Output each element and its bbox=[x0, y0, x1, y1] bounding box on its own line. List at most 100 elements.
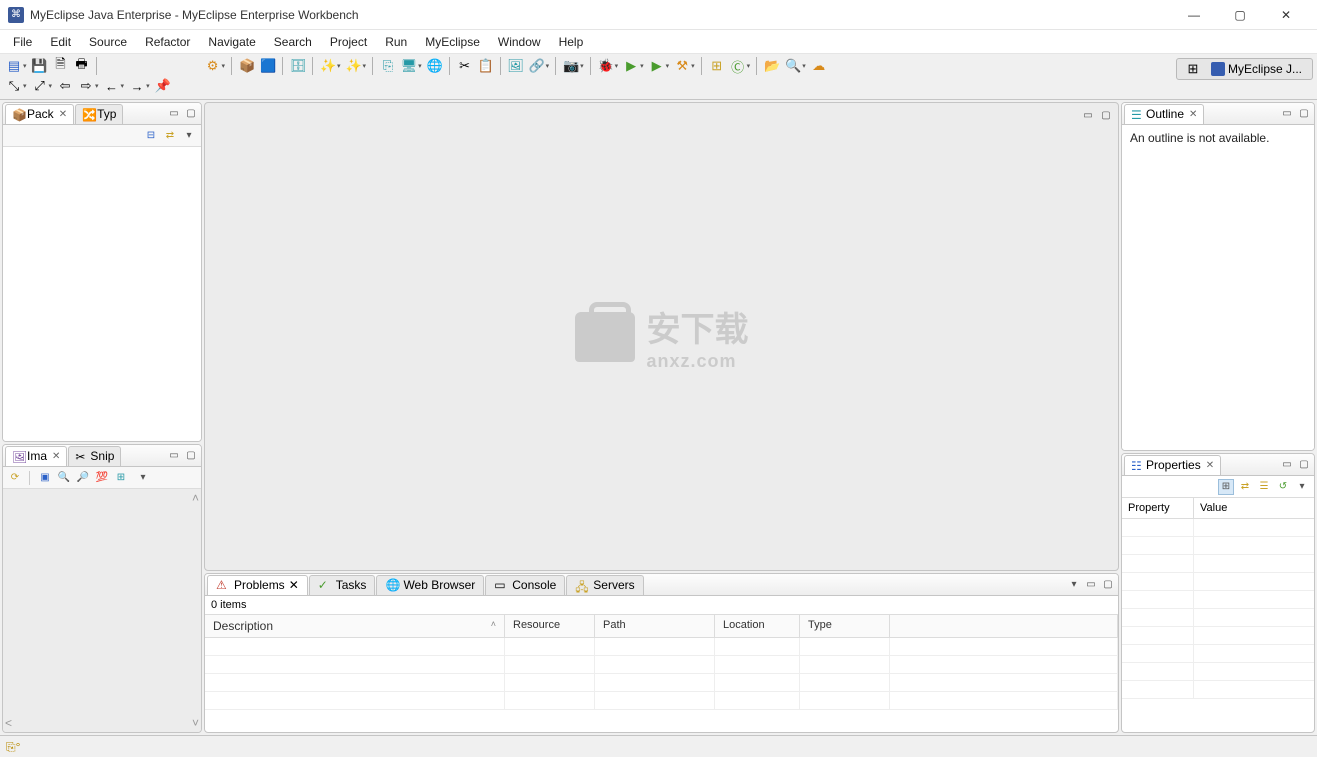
run-last-icon[interactable]: ▶ bbox=[647, 56, 667, 76]
tab-web-browser[interactable]: 🌐 Web Browser bbox=[376, 575, 484, 595]
tab-console[interactable]: ▭ Console bbox=[485, 575, 565, 595]
view-menu-icon[interactable]: ▾ bbox=[135, 470, 151, 486]
cut-icon[interactable]: ✂ bbox=[455, 56, 475, 76]
tab-image[interactable]: 🖼 Ima ✕ bbox=[5, 446, 67, 466]
minimize-button[interactable]: — bbox=[1171, 0, 1217, 30]
menu-refactor[interactable]: Refactor bbox=[136, 32, 199, 52]
zoom-fit-icon[interactable]: ▣ bbox=[37, 470, 53, 486]
view-menu-icon[interactable]: ▾ bbox=[1066, 577, 1082, 593]
copy-icon[interactable]: 📋 bbox=[476, 56, 496, 76]
menu-navigate[interactable]: Navigate bbox=[199, 32, 264, 52]
tab-tasks[interactable]: ✓ Tasks bbox=[309, 575, 376, 595]
perspective-switcher[interactable]: ⊞ MyEclipse J... bbox=[1176, 58, 1313, 80]
menu-search[interactable]: Search bbox=[265, 32, 321, 52]
package-explorer-body[interactable] bbox=[3, 147, 201, 441]
fwd-arrow-icon[interactable]: ⇨ bbox=[76, 76, 96, 96]
tab-snippets[interactable]: ✂ Snip bbox=[68, 446, 121, 466]
categories-icon[interactable]: ⊞ bbox=[1218, 479, 1234, 495]
maximize-view-icon[interactable]: ▢ bbox=[1296, 457, 1312, 473]
view-menu-icon[interactable]: ▾ bbox=[181, 128, 197, 144]
menu-source[interactable]: Source bbox=[80, 32, 136, 52]
external-tools-icon[interactable]: ⚒ bbox=[672, 56, 692, 76]
menu-window[interactable]: Window bbox=[489, 32, 550, 52]
restore-defaults-icon[interactable]: ↺ bbox=[1275, 479, 1291, 495]
zoom-out-icon[interactable]: 🔍 bbox=[56, 470, 72, 486]
column-type[interactable]: Type bbox=[800, 615, 890, 637]
expand-icon[interactable]: ⤢ bbox=[30, 76, 50, 96]
print-icon[interactable]: 🖶 bbox=[72, 56, 92, 76]
tab-problems[interactable]: ⚠ Problems ✕ bbox=[207, 575, 308, 595]
nav-back-icon[interactable]: ← bbox=[102, 76, 122, 96]
minimize-view-icon[interactable]: ▭ bbox=[1279, 457, 1295, 473]
server-deploy-icon[interactable]: ⎘ bbox=[378, 56, 398, 76]
close-icon[interactable]: ✕ bbox=[1189, 109, 1197, 120]
maximize-view-icon[interactable]: ▢ bbox=[1100, 577, 1116, 593]
close-icon[interactable]: ✕ bbox=[52, 451, 60, 462]
view-menu-icon[interactable]: ▾ bbox=[1294, 479, 1310, 495]
nav-fwd-icon[interactable]: → bbox=[127, 76, 147, 96]
menu-myeclipse[interactable]: MyEclipse bbox=[416, 32, 489, 52]
tab-outline[interactable]: ☰ Outline ✕ bbox=[1124, 104, 1204, 124]
back-arrow-icon[interactable]: ⇦ bbox=[55, 76, 75, 96]
box-icon[interactable]: 🟦 bbox=[258, 56, 278, 76]
scroll-down-icon[interactable]: ˅ bbox=[192, 716, 199, 730]
menu-file[interactable]: File bbox=[4, 32, 41, 52]
maximize-view-icon[interactable]: ▢ bbox=[183, 448, 199, 464]
zoom-in-icon[interactable]: 🔎 bbox=[75, 470, 91, 486]
tab-package-explorer[interactable]: 📦 Pack ✕ bbox=[5, 104, 74, 124]
column-property[interactable]: Property bbox=[1122, 498, 1194, 518]
server-manage-icon[interactable]: 🖥 bbox=[399, 56, 419, 76]
new-dropdown[interactable]: ▾ bbox=[23, 62, 27, 70]
link-editor-icon[interactable]: ⇄ bbox=[162, 128, 178, 144]
minimize-editor-icon[interactable]: ▭ bbox=[1080, 107, 1096, 123]
collapse-icon[interactable]: ⤡ bbox=[4, 76, 24, 96]
minimize-view-icon[interactable]: ▭ bbox=[1083, 577, 1099, 593]
tab-type-hierarchy[interactable]: 🔀 Typ bbox=[75, 104, 123, 124]
filter-icon[interactable]: ⇄ bbox=[1237, 479, 1253, 495]
new-icon[interactable]: ▤ bbox=[4, 56, 24, 76]
link-icon[interactable]: 🔗 bbox=[527, 56, 547, 76]
menu-edit[interactable]: Edit bbox=[41, 32, 80, 52]
close-icon[interactable]: ✕ bbox=[59, 109, 67, 120]
menu-help[interactable]: Help bbox=[550, 32, 593, 52]
column-location[interactable]: Location bbox=[715, 615, 800, 637]
maximize-button[interactable]: ▢ bbox=[1217, 0, 1263, 30]
status-icon[interactable]: ⎘° bbox=[6, 740, 20, 754]
collapse-all-icon[interactable]: ⊟ bbox=[143, 128, 159, 144]
close-button[interactable]: ✕ bbox=[1263, 0, 1309, 30]
refresh-icon[interactable]: ⟳ bbox=[7, 470, 23, 486]
zoom-100-icon[interactable]: 💯 bbox=[94, 470, 110, 486]
camera-icon[interactable]: 📷 bbox=[561, 56, 581, 76]
new-project-icon[interactable]: ⊞ bbox=[707, 56, 727, 76]
grid-icon[interactable]: ⊞ bbox=[113, 470, 129, 486]
column-description[interactable]: Description ˄ bbox=[205, 615, 505, 637]
globe-icon[interactable]: 🌐 bbox=[425, 56, 445, 76]
scroll-left-icon[interactable]: ˂ bbox=[5, 716, 12, 730]
wand1-icon[interactable]: ✨ bbox=[318, 56, 338, 76]
minimize-view-icon[interactable]: ▭ bbox=[166, 106, 182, 122]
pin-icon[interactable]: 📌 bbox=[153, 76, 173, 96]
tab-properties[interactable]: ☷ Properties ✕ bbox=[1124, 455, 1221, 475]
image-body[interactable]: ˄ ˅ ˂ bbox=[3, 489, 201, 732]
column-path[interactable]: Path bbox=[595, 615, 715, 637]
open-type-icon[interactable]: 🔍 bbox=[783, 56, 803, 76]
cloud-icon[interactable]: ☁ bbox=[809, 56, 829, 76]
wand2-icon[interactable]: ✨ bbox=[344, 56, 364, 76]
tab-servers[interactable]: 🖧 Servers bbox=[566, 575, 643, 595]
menu-project[interactable]: Project bbox=[321, 32, 376, 52]
run-icon[interactable]: ▶ bbox=[621, 56, 641, 76]
scroll-up-icon[interactable]: ˄ bbox=[192, 491, 199, 505]
column-resource[interactable]: Resource bbox=[505, 615, 595, 637]
package-icon[interactable]: 📦 bbox=[237, 56, 257, 76]
menu-run[interactable]: Run bbox=[376, 32, 416, 52]
open-folder-icon[interactable]: 📂 bbox=[762, 56, 782, 76]
debug-icon[interactable]: 🐞 bbox=[596, 56, 616, 76]
minimize-view-icon[interactable]: ▭ bbox=[1279, 106, 1295, 122]
maximize-view-icon[interactable]: ▢ bbox=[183, 106, 199, 122]
show-advanced-icon[interactable]: ☰ bbox=[1256, 479, 1272, 495]
db-icon[interactable]: 🗄 bbox=[288, 56, 308, 76]
preview-icon[interactable]: 🖼 bbox=[506, 56, 526, 76]
maximize-editor-icon[interactable]: ▢ bbox=[1098, 107, 1114, 123]
open-perspective-icon[interactable]: ⊞ bbox=[1183, 59, 1203, 79]
save-all-icon[interactable]: 🗎 bbox=[51, 56, 71, 76]
